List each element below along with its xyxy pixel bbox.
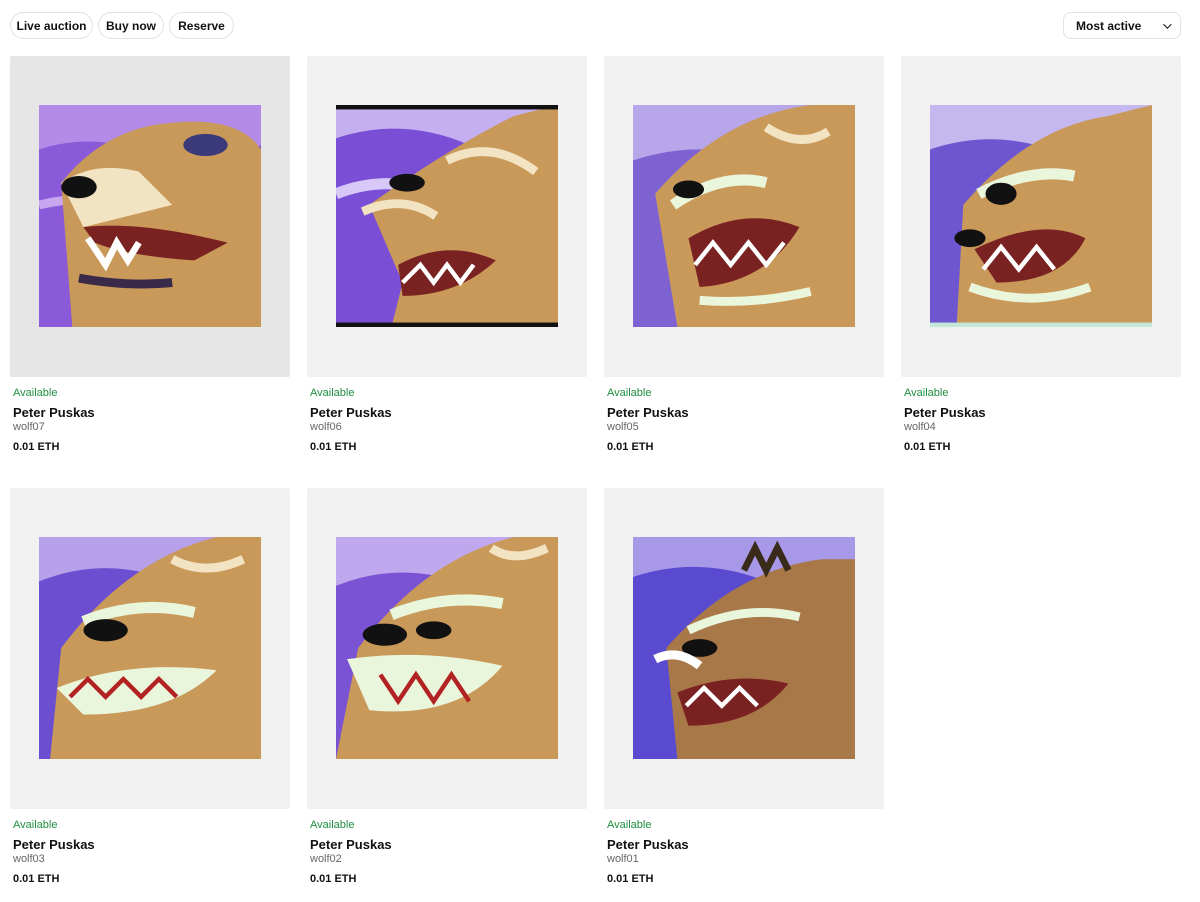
buy-now-filter-button[interactable]: Buy now [98, 12, 164, 39]
chevron-down-icon [1163, 19, 1172, 29]
card-media[interactable] [307, 488, 587, 809]
artist-name[interactable]: Peter Puskas [310, 837, 392, 852]
nft-card[interactable]: Available Peter Puskas wolf02 0.01 ETH [307, 488, 587, 898]
nft-card[interactable]: Available Peter Puskas wolf05 0.01 ETH [604, 56, 884, 466]
availability-status: Available [13, 387, 58, 399]
artwork-title: wolf04 [904, 421, 936, 433]
sort-dropdown[interactable]: Most active [1063, 12, 1181, 39]
nft-card[interactable]: Available Peter Puskas wolf03 0.01 ETH [10, 488, 290, 898]
artwork-title: wolf02 [310, 853, 342, 865]
nft-card[interactable]: Available Peter Puskas wolf06 0.01 ETH [307, 56, 587, 466]
sort-selected-value: Most active [1076, 18, 1142, 33]
price: 0.01 ETH [607, 441, 654, 453]
availability-status: Available [310, 819, 355, 831]
artwork-image [336, 105, 558, 327]
price: 0.01 ETH [13, 441, 60, 453]
artwork-title: wolf07 [13, 421, 45, 433]
card-media[interactable] [901, 56, 1181, 377]
nft-card[interactable]: Available Peter Puskas wolf01 0.01 ETH [604, 488, 884, 898]
availability-status: Available [904, 387, 949, 399]
live-auction-filter-button[interactable]: Live auction [10, 12, 93, 39]
artwork-title: wolf01 [607, 853, 639, 865]
card-media[interactable] [604, 56, 884, 377]
price: 0.01 ETH [607, 873, 654, 885]
card-media[interactable] [307, 56, 587, 377]
artist-name[interactable]: Peter Puskas [13, 405, 95, 420]
price: 0.01 ETH [310, 441, 357, 453]
artwork-title: wolf06 [310, 421, 342, 433]
artist-name[interactable]: Peter Puskas [607, 837, 689, 852]
artwork-image [336, 537, 558, 759]
card-media[interactable] [604, 488, 884, 809]
artwork-image [39, 105, 261, 327]
price: 0.01 ETH [13, 873, 60, 885]
artwork-image [633, 537, 855, 759]
artwork-title: wolf03 [13, 853, 45, 865]
artist-name[interactable]: Peter Puskas [904, 405, 986, 420]
nft-card[interactable]: Available Peter Puskas wolf07 0.01 ETH [10, 56, 290, 466]
artist-name[interactable]: Peter Puskas [607, 405, 689, 420]
availability-status: Available [310, 387, 355, 399]
card-media[interactable] [10, 488, 290, 809]
card-media[interactable] [10, 56, 290, 377]
nft-card[interactable]: Available Peter Puskas wolf04 0.01 ETH [901, 56, 1181, 466]
availability-status: Available [607, 819, 652, 831]
price: 0.01 ETH [310, 873, 357, 885]
artwork-image [633, 105, 855, 327]
reserve-filter-button[interactable]: Reserve [169, 12, 234, 39]
artwork-title: wolf05 [607, 421, 639, 433]
availability-status: Available [607, 387, 652, 399]
artwork-image [39, 537, 261, 759]
artist-name[interactable]: Peter Puskas [13, 837, 95, 852]
artwork-image [930, 105, 1152, 327]
availability-status: Available [13, 819, 58, 831]
artist-name[interactable]: Peter Puskas [310, 405, 392, 420]
price: 0.01 ETH [904, 441, 951, 453]
